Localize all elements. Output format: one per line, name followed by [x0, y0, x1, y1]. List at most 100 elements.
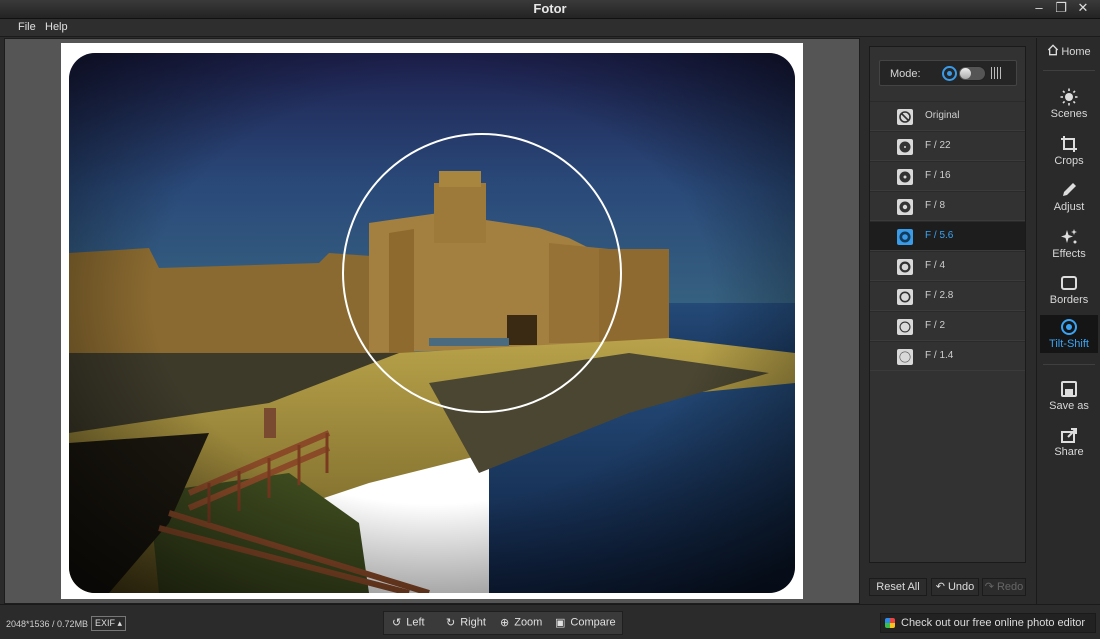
rotate-left-label: Left: [406, 616, 425, 629]
nav-scenes[interactable]: Scenes: [1040, 88, 1098, 120]
rotate-left-icon: ↺: [392, 617, 402, 629]
tilt-shift-focus-circle[interactable]: [342, 133, 622, 413]
title-bar: Fotor – ❐ ✕: [0, 0, 1100, 19]
close-button[interactable]: ✕: [1072, 0, 1094, 18]
pencil-icon: [1063, 183, 1076, 196]
nav-effects[interactable]: Effects: [1040, 228, 1098, 260]
nav-crops-label: Crops: [1054, 155, 1084, 167]
view-toolbar: ↺ Left ↻ Right ⊕ Zoom ▣ Compare: [383, 611, 623, 635]
zoom-button[interactable]: ⊕ Zoom: [500, 616, 542, 629]
border-frame-icon: [1061, 276, 1077, 290]
aperture-item-f2[interactable]: F / 2: [870, 311, 1025, 341]
nav-home-label: Home: [1061, 46, 1091, 58]
sparkle-icon: [1061, 229, 1077, 244]
window-title: Fotor: [533, 1, 567, 16]
fotor-logo-icon: [885, 618, 895, 628]
restore-button[interactable]: ❐: [1050, 0, 1072, 18]
mode-label: Mode:: [890, 68, 921, 80]
nav-share-label: Share: [1054, 446, 1084, 458]
aperture-icon: [897, 139, 913, 155]
aperture-list: Original F / 22 F / 16 F / 8 F / 5.6 F /…: [870, 101, 1025, 371]
online-editor-promo-link[interactable]: Check out our free online photo editor: [880, 613, 1096, 633]
rotate-right-icon: ↻: [446, 617, 456, 629]
minimize-button[interactable]: –: [1028, 0, 1050, 18]
nav-save-as-label: Save as: [1049, 400, 1089, 412]
aperture-label: F / 4: [925, 260, 946, 271]
tilt-shift-panel: Mode: Original F / 22 F / 16 F / 8 F / 5…: [869, 46, 1026, 563]
aperture-icon: [897, 319, 913, 335]
nav-separator: [1043, 364, 1095, 365]
tilt-shift-icon: [1061, 319, 1077, 335]
rotate-right-button[interactable]: ↻ Right: [446, 616, 486, 629]
undo-icon: ↶: [935, 581, 945, 593]
aperture-icon: [897, 199, 913, 215]
main-nav: Home Scenes Crops Adjust Effects Borders…: [1036, 38, 1100, 604]
nav-separator: [1043, 70, 1095, 71]
aperture-item-f16[interactable]: F / 16: [870, 161, 1025, 191]
aperture-icon: [897, 169, 913, 185]
reset-all-button[interactable]: Reset All: [869, 578, 927, 596]
aperture-label: F / 2: [925, 320, 946, 331]
aperture-label: F / 5.6: [925, 230, 954, 241]
aperture-label: F / 16: [925, 170, 951, 181]
home-icon: [1048, 44, 1059, 56]
aperture-item-f4[interactable]: F / 4: [870, 251, 1025, 281]
photo-border-frame: [61, 43, 803, 599]
aperture-label: Original: [925, 110, 960, 121]
linear-mode-icon[interactable]: [991, 67, 1003, 79]
aperture-item-original[interactable]: Original: [870, 101, 1025, 131]
aperture-icon: [897, 259, 913, 275]
aperture-icon: [897, 349, 913, 365]
panel-footer: Reset All ↶ Undo ↷ Redo: [869, 578, 1026, 596]
aperture-label: F / 1.4: [925, 350, 954, 361]
redo-label: Redo: [996, 581, 1024, 593]
nav-borders[interactable]: Borders: [1040, 274, 1098, 306]
nav-crops[interactable]: Crops: [1040, 135, 1098, 167]
aperture-label: F / 22: [925, 140, 951, 151]
nav-share[interactable]: Share: [1040, 426, 1098, 458]
aperture-label: F / 8: [925, 200, 946, 211]
rotate-left-button[interactable]: ↺ Left: [392, 616, 425, 629]
crop-icon: [1061, 136, 1077, 152]
compare-button[interactable]: ▣ Compare: [555, 616, 616, 629]
nav-home[interactable]: Home: [1040, 44, 1098, 58]
nav-save-as[interactable]: Save as: [1040, 380, 1098, 412]
promo-text: Check out our free online photo editor: [901, 617, 1086, 629]
aperture-item-f1-4[interactable]: F / 1.4: [870, 341, 1025, 371]
mode-toggle-switch[interactable]: [958, 66, 986, 81]
nav-scenes-label: Scenes: [1050, 108, 1088, 120]
undo-button[interactable]: ↶ Undo: [931, 578, 979, 596]
nav-tilt-shift[interactable]: Tilt-Shift: [1040, 315, 1098, 353]
menu-help[interactable]: Help: [45, 21, 68, 33]
zoom-label: Zoom: [514, 616, 543, 629]
menu-bar: File Help: [0, 19, 1100, 37]
image-info: 2048*1536 / 0.72MB: [6, 619, 89, 629]
aperture-item-f5-6[interactable]: F / 5.6: [870, 221, 1025, 251]
rotate-right-label: Right: [460, 616, 486, 629]
aperture-label: F / 2.8: [925, 290, 954, 301]
status-bar: 2048*1536 / 0.72MB EXIF ▴ ↺ Left ↻ Right ⊕…: [0, 604, 1100, 639]
nav-adjust[interactable]: Adjust: [1040, 181, 1098, 213]
save-icon: [1061, 381, 1077, 397]
radial-mode-icon[interactable]: [942, 66, 957, 81]
redo-button[interactable]: ↷ Redo: [982, 578, 1026, 596]
nav-effects-label: Effects: [1052, 248, 1086, 260]
zoom-icon: ⊕: [500, 617, 510, 629]
aperture-icon: [897, 289, 913, 305]
redo-icon: ↷: [984, 581, 994, 593]
aperture-item-f8[interactable]: F / 8: [870, 191, 1025, 221]
compare-icon: ▣: [555, 617, 566, 629]
menu-file[interactable]: File: [18, 21, 36, 33]
aperture-icon: [897, 229, 913, 245]
aperture-item-f2-8[interactable]: F / 2.8: [870, 281, 1025, 311]
photo-image: [69, 53, 795, 593]
undo-label: Undo: [947, 581, 975, 593]
no-blur-icon: [897, 109, 913, 125]
nav-borders-label: Borders: [1049, 294, 1089, 306]
aperture-item-f22[interactable]: F / 22: [870, 131, 1025, 161]
photo-canvas[interactable]: [4, 38, 860, 604]
nav-tilt-shift-label: Tilt-Shift: [1049, 338, 1089, 350]
compare-label: Compare: [570, 616, 616, 629]
share-icon: [1061, 428, 1077, 443]
exif-button[interactable]: EXIF ▴: [91, 616, 126, 631]
